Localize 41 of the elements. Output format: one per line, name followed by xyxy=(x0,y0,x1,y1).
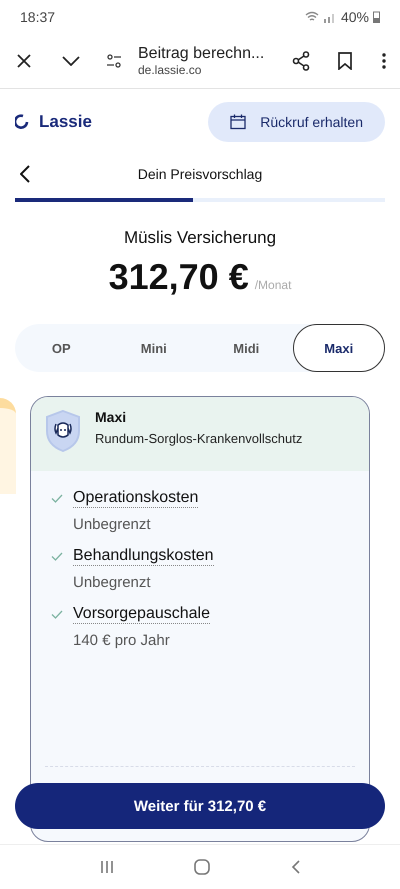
continue-button[interactable]: Weiter für 312,70 € xyxy=(15,783,385,829)
page-title: Beitrag berechn... xyxy=(138,45,266,63)
plan-tab[interactable]: Mini xyxy=(108,324,200,372)
plan-tab[interactable]: Maxi xyxy=(292,324,385,372)
feature-value: Unbegrenzt xyxy=(73,574,152,591)
battery-icon xyxy=(373,11,380,23)
wifi-icon xyxy=(304,11,319,23)
feature-value: Unbegrenzt xyxy=(73,516,152,533)
feature-label: Behandlungskosten xyxy=(73,547,214,566)
price: 312,70 € xyxy=(108,256,249,298)
close-icon[interactable] xyxy=(16,53,32,69)
insurance-title: Müslis Versicherung xyxy=(124,228,276,248)
plan-subtitle: Rundum-Sorglos-Krankenvollschutz xyxy=(95,431,302,446)
share-icon[interactable] xyxy=(292,51,310,71)
home-icon[interactable] xyxy=(194,859,210,875)
chevron-down-icon[interactable] xyxy=(62,56,80,66)
back-nav-icon[interactable] xyxy=(290,860,300,874)
check-icon xyxy=(51,610,63,619)
more-icon[interactable] xyxy=(382,53,386,69)
back-icon[interactable] xyxy=(20,165,30,183)
plan-tab[interactable]: Midi xyxy=(200,324,292,372)
bookmark-icon[interactable] xyxy=(338,52,352,70)
logo-text: Lassie xyxy=(39,112,92,132)
check-icon xyxy=(51,494,63,503)
callback-button[interactable]: Rückruf erhalten xyxy=(208,102,385,142)
calendar-icon xyxy=(230,114,246,130)
signal-icon xyxy=(322,11,337,23)
feature-value: 140 € pro Jahr xyxy=(73,632,171,649)
plan-name: Maxi xyxy=(95,409,128,425)
feature-label: Vorsorgepauschale xyxy=(73,605,210,624)
plan-tab[interactable]: OP xyxy=(15,324,108,372)
battery-level: 40% xyxy=(340,9,369,25)
step-title: Dein Preisvorschlag xyxy=(138,166,262,182)
feature-label: Operationskosten xyxy=(73,489,198,508)
settings-icon[interactable] xyxy=(106,54,122,68)
page-url: de.lassie.co xyxy=(138,63,202,77)
status-time: 18:37 xyxy=(20,9,56,25)
dog-shield-icon xyxy=(45,409,81,453)
price-period: /Monat xyxy=(254,278,292,292)
check-icon xyxy=(51,552,63,561)
recent-apps-icon[interactable] xyxy=(100,860,114,874)
